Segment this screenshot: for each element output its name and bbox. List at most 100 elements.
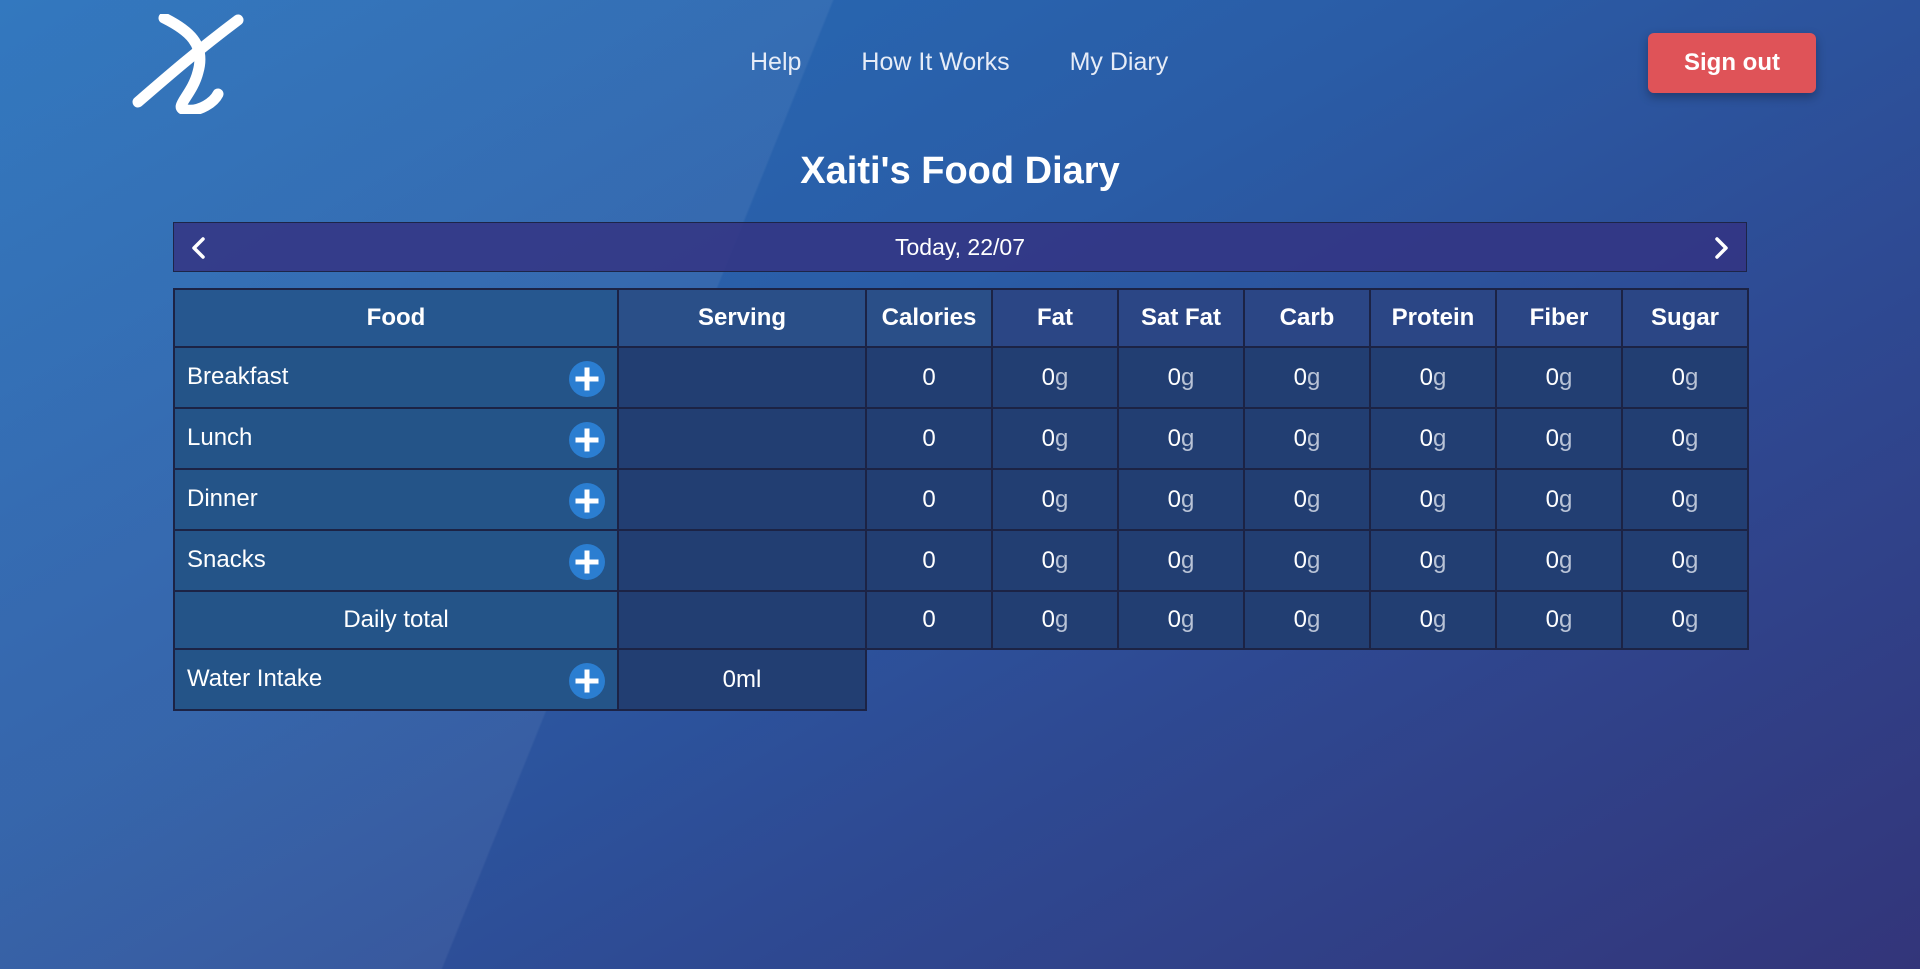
header-protein: Protein [1369,288,1497,348]
fat-cell: 0g [991,346,1119,409]
value: 0 [1293,363,1307,391]
meal-cell: Dinner [173,468,619,531]
fat-cell: 0g [991,468,1119,531]
value: 0 [1419,363,1433,391]
value: 0 [1419,424,1433,452]
nav-how-it-works[interactable]: How It Works [861,48,1009,77]
unit: g [1181,363,1195,391]
unit: g [1307,424,1321,452]
value: 0 [1545,485,1559,513]
add-icon[interactable] [569,544,605,580]
table-row: Breakfast 0 0g 0g 0g 0g 0g 0g [173,346,1749,409]
value: 0 [1041,363,1055,391]
protein-cell: 0g [1369,590,1497,650]
chevron-right-icon[interactable] [1704,231,1738,265]
unit: g [1181,606,1195,633]
value: 0 [1041,606,1055,633]
sat-fat-cell: 0g [1117,407,1245,470]
unit: g [1307,546,1321,574]
add-icon[interactable] [569,483,605,519]
sat-fat-cell: 0g [1117,529,1245,592]
daily-total-label: Daily total [343,606,449,633]
unit: g [1685,485,1699,513]
unit: g [1181,546,1195,574]
unit: g [1433,485,1447,513]
value: 0 [1167,424,1181,452]
header-sat-fat: Sat Fat [1117,288,1245,348]
value: 0 [1293,606,1307,633]
value: 0 [1419,606,1433,633]
header-sugar: Sugar [1621,288,1749,348]
value: 0 [1167,363,1181,391]
unit: g [1685,606,1699,633]
add-icon[interactable] [569,663,605,699]
water-intake-row: Water Intake 0ml [173,648,1748,711]
fiber-cell: 0g [1495,468,1623,531]
nav-my-diary[interactable]: My Diary [1070,48,1169,77]
header-food: Food [173,288,619,348]
food-diary-table: Food Serving Calories Fat Sat Fat Carb P… [173,288,1749,711]
daily-total-row: Daily total 0 0g 0g 0g 0g 0g 0g [173,590,1749,650]
serving-cell [617,590,867,650]
sat-fat-cell: 0g [1117,590,1245,650]
serving-cell [617,346,867,409]
calories-cell: 0 [865,529,993,592]
value: 0 [1293,424,1307,452]
unit: g [1055,363,1069,391]
value: 0 [1545,546,1559,574]
serving-cell [617,468,867,531]
date-label: Today, 22/07 [894,234,1025,260]
logo[interactable] [128,12,248,116]
logo-mark [132,12,244,116]
fat-cell: 0g [991,407,1119,470]
calories-cell: 0 [865,407,993,470]
header-calories: Calories [865,288,993,348]
header-fat: Fat [991,288,1119,348]
protein-cell: 0g [1369,468,1497,531]
unit: g [1559,424,1573,452]
nav-help[interactable]: Help [750,48,801,77]
value: 0 [1293,546,1307,574]
fiber-cell: 0g [1495,407,1623,470]
serving-cell [617,529,867,592]
value: 0 [1671,363,1685,391]
unit: g [1055,606,1069,633]
meal-name: Breakfast [187,363,289,390]
unit: g [1307,363,1321,391]
protein-cell: 0g [1369,529,1497,592]
table-row: Dinner 0 0g 0g 0g 0g 0g 0g [173,468,1749,531]
unit: g [1685,424,1699,452]
value: 0 [1167,606,1181,633]
meal-name: Snacks [187,546,266,573]
protein-cell: 0g [1369,346,1497,409]
carb-cell: 0g [1243,590,1371,650]
add-icon[interactable] [569,361,605,397]
value: 0 [1293,485,1307,513]
unit: g [1307,606,1321,633]
main-nav: Help How It Works My Diary [750,48,1168,77]
unit: g [1181,485,1195,513]
empty-space [866,649,1748,710]
sugar-cell: 0g [1621,346,1749,409]
unit: g [1055,546,1069,574]
fat-cell: 0g [991,529,1119,592]
sign-out-button[interactable]: Sign out [1648,33,1816,93]
header-fiber: Fiber [1495,288,1623,348]
top-bar: Help How It Works My Diary Sign out [0,0,1920,120]
carb-cell: 0g [1243,346,1371,409]
add-icon[interactable] [569,422,605,458]
unit: g [1433,606,1447,633]
unit: g [1685,546,1699,574]
unit: g [1055,424,1069,452]
sugar-cell: 0g [1621,407,1749,470]
value: 0 [1167,546,1181,574]
water-intake-value: 0ml [617,648,867,711]
header-carb: Carb [1243,288,1371,348]
table-row: Lunch 0 0g 0g 0g 0g 0g 0g [173,407,1749,470]
meal-cell: Snacks [173,529,619,592]
unit: g [1559,606,1573,633]
carb-cell: 0g [1243,407,1371,470]
header-serving: Serving [617,288,867,348]
unit: g [1559,485,1573,513]
sugar-cell: 0g [1621,468,1749,531]
